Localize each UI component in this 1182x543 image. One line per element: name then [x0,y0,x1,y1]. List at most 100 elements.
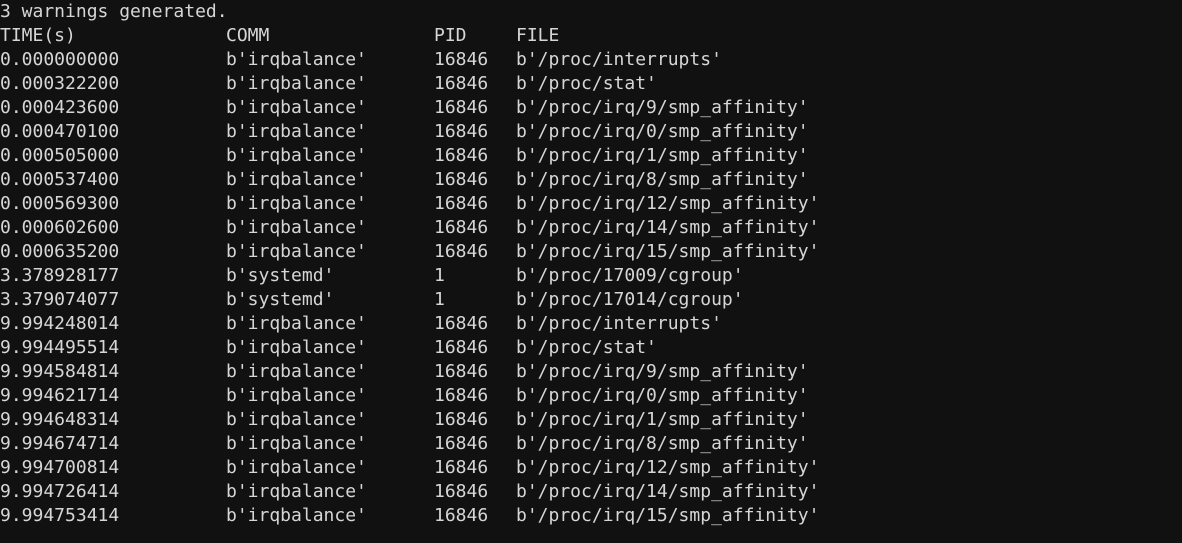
table-row: 9.994726414 b'irqbalance' 16846 b'/proc/irq… [0,480,1182,504]
cell-pid: 16846 [434,241,489,262]
table-row: 9.994495514 b'irqbalance' 16846 b'/proc/sta… [0,336,1182,360]
table-row: 9.994621714 b'irqbalance' 16846 b'/proc/irq… [0,384,1182,408]
cell-comm: b'irqbalance' [226,241,367,262]
cell-pid: 16846 [434,49,489,70]
table-row: 0.000470100 b'irqbalance' 16846 b'/proc/irq… [0,120,1182,144]
column-header-comm: COMM [226,25,270,46]
compiler-warning-message: 3 warnings generated. [0,1,228,22]
cell-file: b'/proc/interrupts' [516,49,722,70]
table-row: 9.994674714 b'irqbalance' 16846 b'/proc/irq… [0,432,1182,456]
cell-comm: b'irqbalance' [226,505,367,526]
cell-pid: 16846 [434,217,489,238]
table-row: 0.000505000 b'irqbalance' 16846 b'/proc/irq… [0,144,1182,168]
cell-comm: b'irqbalance' [226,193,367,214]
table-row: 0.000423600 b'irqbalance' 16846 b'/proc/irq… [0,96,1182,120]
cell-time: 9.994648314 [0,409,120,430]
cell-pid: 1 [434,265,445,286]
cell-file: b'/proc/irq/0/smp_affinity' [516,121,809,142]
cell-time: 3.379074077 [0,289,120,310]
cell-file: b'/proc/irq/14/smp_affinity' [516,217,820,238]
table-row: 0.000000000 b'irqbalance' 16846 b'/proc/int… [0,48,1182,72]
cell-time: 9.994495514 [0,337,120,358]
cell-pid: 16846 [434,73,489,94]
table-row: 9.994700814 b'irqbalance' 16846 b'/proc/irq… [0,456,1182,480]
cell-time: 0.000602600 [0,217,120,238]
cell-time: 9.994584814 [0,361,120,382]
cell-comm: b'irqbalance' [226,409,367,430]
cell-comm: b'irqbalance' [226,385,367,406]
cell-pid: 16846 [434,313,489,334]
cell-pid: 16846 [434,121,489,142]
cell-pid: 16846 [434,457,489,478]
cell-pid: 16846 [434,385,489,406]
cell-file: b'/proc/irq/12/smp_affinity' [516,457,820,478]
cell-time: 9.994700814 [0,457,120,478]
cell-comm: b'irqbalance' [226,121,367,142]
cell-time: 0.000569300 [0,193,120,214]
cell-time: 9.994621714 [0,385,120,406]
cell-comm: b'irqbalance' [226,481,367,502]
cell-file: b'/proc/17009/cgroup' [516,265,744,286]
cell-time: 0.000423600 [0,97,120,118]
cell-comm: b'systemd' [226,265,335,286]
cell-comm: b'irqbalance' [226,457,367,478]
cell-time: 0.000635200 [0,241,120,262]
cell-time: 0.000470100 [0,121,120,142]
cell-pid: 16846 [434,361,489,382]
table-row: 0.000602600 b'irqbalance' 16846 b'/proc/irq… [0,216,1182,240]
cell-file: b'/proc/irq/9/smp_affinity' [516,97,809,118]
cell-time: 0.000322200 [0,73,120,94]
table-row: 0.000635200 b'irqbalance' 16846 b'/proc/irq… [0,240,1182,264]
table-row: 9.994753414 b'irqbalance' 16846 b'/proc/irq… [0,504,1182,528]
cell-comm: b'irqbalance' [226,49,367,70]
cell-file: b'/proc/irq/15/smp_affinity' [516,241,820,262]
cell-file: b'/proc/stat' [516,73,657,94]
cell-comm: b'irqbalance' [226,337,367,358]
column-header-file: FILE [516,25,560,46]
cell-time: 9.994248014 [0,313,120,334]
cell-time: 9.994726414 [0,481,120,502]
cell-time: 9.994753414 [0,505,120,526]
cell-file: b'/proc/irq/1/smp_affinity' [516,145,809,166]
cell-file: b'/proc/17014/cgroup' [516,289,744,310]
cell-pid: 16846 [434,481,489,502]
cell-file: b'/proc/irq/12/smp_affinity' [516,193,820,214]
cell-pid: 16846 [434,145,489,166]
cell-comm: b'irqbalance' [226,313,367,334]
cell-time: 9.994674714 [0,433,120,454]
cell-file: b'/proc/irq/8/smp_affinity' [516,169,809,190]
table-row: 9.994248014 b'irqbalance' 16846 b'/proc/int… [0,312,1182,336]
cell-pid: 1 [434,289,445,310]
table-row: 9.994584814 b'irqbalance' 16846 b'/proc/irq… [0,360,1182,384]
cell-comm: b'irqbalance' [226,169,367,190]
cell-comm: b'irqbalance' [226,217,367,238]
table-row: 0.000537400 b'irqbalance' 16846 b'/proc/irq… [0,168,1182,192]
cell-file: b'/proc/irq/1/smp_affinity' [516,409,809,430]
cell-pid: 16846 [434,409,489,430]
cell-pid: 16846 [434,505,489,526]
column-header-pid: PID [434,25,467,46]
cell-comm: b'systemd' [226,289,335,310]
cell-pid: 16846 [434,169,489,190]
table-row: 0.000322200 b'irqbalance' 16846 b'/proc/sta… [0,72,1182,96]
cell-file: b'/proc/irq/15/smp_affinity' [516,505,820,526]
table-row: 3.378928177 b'systemd' 1 b'/proc/17009/cgro… [0,264,1182,288]
table-row: 3.379074077 b'systemd' 1 b'/proc/17014/cgro… [0,288,1182,312]
cell-pid: 16846 [434,193,489,214]
cell-file: b'/proc/interrupts' [516,313,722,334]
cell-pid: 16846 [434,97,489,118]
cell-comm: b'irqbalance' [226,73,367,94]
cell-time: 3.378928177 [0,265,120,286]
cell-pid: 16846 [434,337,489,358]
table-row: 0.000569300 b'irqbalance' 16846 b'/proc/irq… [0,192,1182,216]
column-header-time: TIME(s) [0,25,76,46]
table-row: 9.994648314 b'irqbalance' 16846 b'/proc/irq… [0,408,1182,432]
cell-comm: b'irqbalance' [226,97,367,118]
cell-time: 0.000000000 [0,49,120,70]
cell-file: b'/proc/irq/8/smp_affinity' [516,433,809,454]
cell-file: b'/proc/irq/9/smp_affinity' [516,361,809,382]
terminal-window[interactable]: 3 warnings generated. TIME(s) COMM PID F… [0,0,1182,543]
trace-output-rows: 0.000000000 b'irqbalance' 16846 b'/proc/int… [0,48,1182,528]
cell-file: b'/proc/irq/0/smp_affinity' [516,385,809,406]
cell-pid: 16846 [434,433,489,454]
